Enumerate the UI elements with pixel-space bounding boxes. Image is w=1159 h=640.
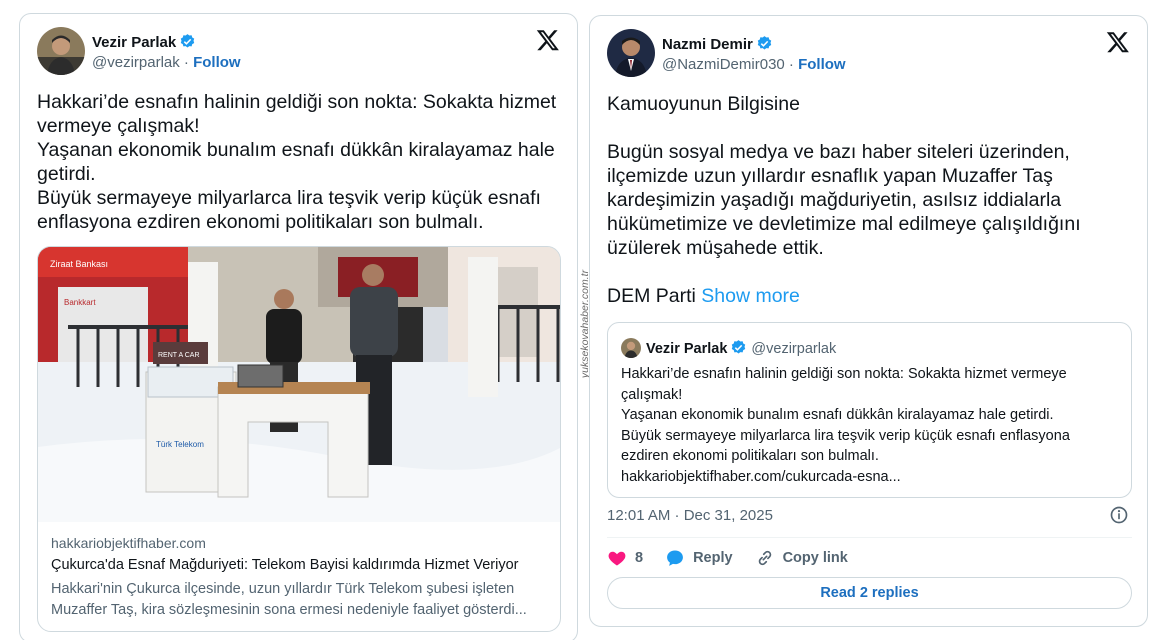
article-photo[interactable]: Ziraat Bankası Bankkart RENT A CAR Türk … [38, 247, 561, 522]
kiosk-sign: Türk Telekom [156, 440, 204, 449]
quote-author: Vezir Parlak @vezirparlak [646, 339, 836, 357]
verified-badge-icon [732, 340, 746, 354]
handle-separator: · [784, 56, 799, 73]
quote-author-name: Vezir Parlak [646, 341, 728, 357]
author-handle-line: @vezirparlak · Follow [92, 54, 241, 71]
show-more-link[interactable]: Show more [701, 285, 800, 307]
action-bar: 8 Reply Copy link [607, 546, 870, 570]
author-handle[interactable]: @vezirparlak [92, 54, 180, 71]
timestamp[interactable]: 12:01 AM · Dec 31, 2025 [607, 507, 773, 524]
left-tweet-card[interactable]: Vezir Parlak @vezirparlak · Follow Hakka… [19, 13, 578, 640]
like-button[interactable]: 8 [607, 548, 643, 568]
handle-separator: · [179, 54, 194, 71]
author-name-text: Vezir Parlak [92, 34, 177, 51]
reply-button[interactable]: Reply [665, 548, 733, 568]
quote-handle: @vezirparlak [751, 341, 837, 357]
bank-sign: Ziraat Bankası [50, 259, 108, 269]
follow-button[interactable]: Follow [193, 54, 241, 71]
author-name-text: Nazmi Demir [662, 36, 753, 53]
avatar[interactable] [607, 29, 655, 77]
link-icon [758, 550, 771, 566]
quoted-tweet[interactable]: Vezir Parlak @vezirparlak Hakkari’de esna… [607, 322, 1132, 498]
link-description: Hakkari'nin Çukurca ilçesinde, uzun yıll… [51, 581, 527, 618]
avatar-photo [37, 27, 85, 75]
author-name[interactable]: Vezir Parlak [92, 33, 196, 51]
tweet-text-body: Kamuoyunun Bilgisine Bugün sosyal medya … [607, 93, 1081, 307]
right-tweet-card[interactable]: Nazmi Demir @NazmiDemir030 · Follow Kamu… [589, 15, 1148, 627]
x-logo-icon[interactable] [1106, 30, 1130, 54]
bankkart-sign: Bankkart [64, 298, 96, 307]
like-count: 8 [635, 550, 644, 566]
verified-badge-icon [757, 36, 772, 50]
read-replies-button[interactable]: Read 2 replies [607, 577, 1132, 609]
rent-sign: RENT A CAR [158, 352, 200, 359]
follow-button[interactable]: Follow [798, 56, 846, 73]
verified-badge-icon [181, 34, 195, 48]
copy-link-button[interactable]: Copy link [755, 548, 848, 568]
copy-link-label: Copy link [782, 550, 848, 566]
quote-avatar-photo [621, 338, 641, 358]
reply-bubble-icon [667, 550, 683, 566]
link-card[interactable]: Ziraat Bankası Bankkart RENT A CAR Türk … [37, 246, 561, 632]
tweet-text: Hakkari’de esnafın halinin geldiği son n… [37, 91, 557, 233]
info-icon[interactable] [1109, 505, 1129, 525]
link-title[interactable]: Çukurca'da Esnaf Mağduriyeti: Telekom Ba… [51, 557, 519, 573]
link-domain[interactable]: hakkariobjektifhaber.com [51, 535, 206, 551]
reply-label: Reply [693, 550, 733, 566]
tweet-text: Kamuoyunun Bilgisine Bugün sosyal medya … [607, 92, 1117, 308]
avatar[interactable] [37, 27, 85, 75]
quote-avatar [621, 338, 641, 358]
x-logo-icon[interactable] [536, 28, 560, 52]
quote-text: Hakkari’de esnafın halinin geldiği son n… [621, 366, 1070, 485]
author-handle-line: @NazmiDemir030 · Follow [662, 56, 846, 73]
divider [607, 537, 1132, 538]
avatar-photo [607, 29, 655, 77]
author-name[interactable]: Nazmi Demir [662, 35, 773, 53]
author-handle[interactable]: @NazmiDemir030 [662, 56, 785, 73]
heart-icon [608, 551, 626, 566]
